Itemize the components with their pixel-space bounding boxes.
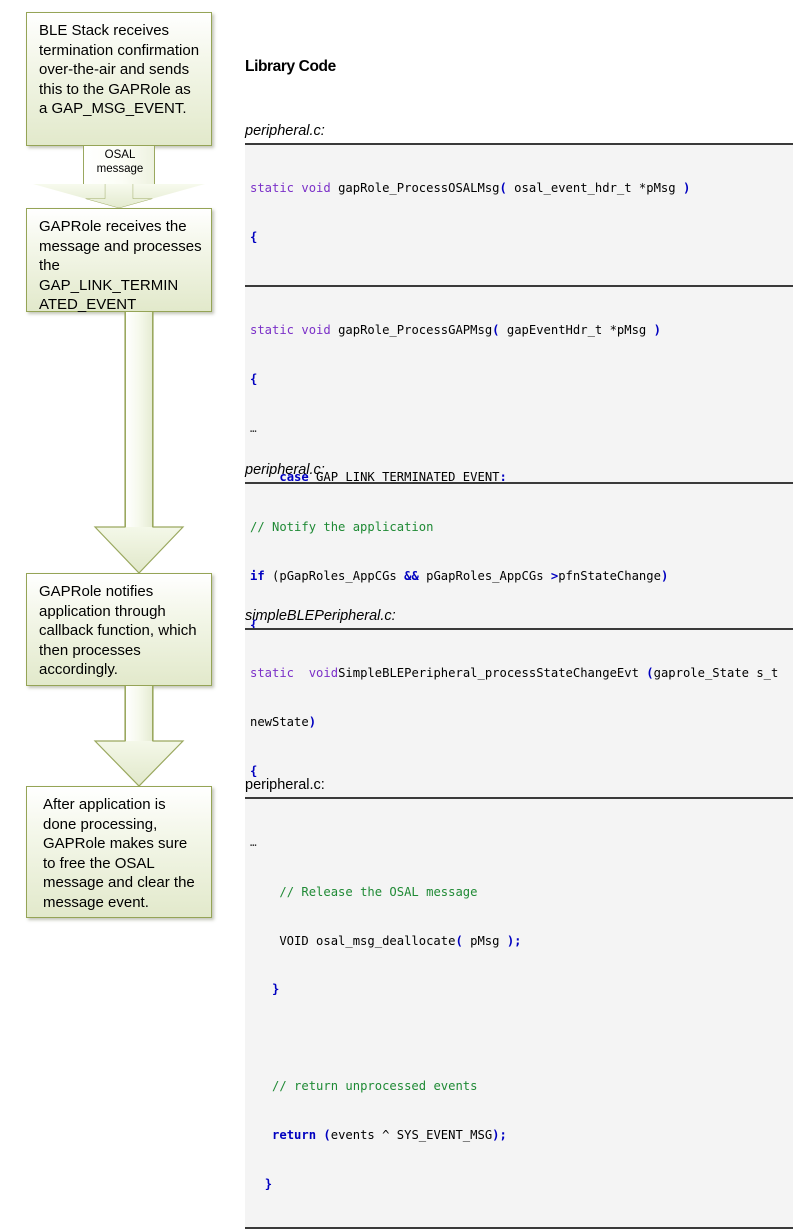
code-line: if (pGapRoles_AppCGs && pGapRoles_AppCGs… — [250, 569, 669, 584]
arrow-to-free-box — [93, 686, 185, 787]
code-line: newState) — [250, 715, 317, 730]
flow-box-gaprole-notifies: GAPRole notifies application through cal… — [26, 573, 212, 686]
code-line: // Notify the application — [250, 520, 434, 535]
flow-box-ble-stack: BLE Stack receives termination confirmat… — [26, 12, 212, 146]
flow-box-text: BLE Stack receives termination confirmat… — [39, 22, 200, 117]
code-column: Library Code peripheral.c: static void g… — [245, 0, 793, 1229]
code-line: } — [272, 982, 280, 997]
file-label: peripheral.c: — [245, 123, 325, 139]
flow-box-text: After application is done processing, GA… — [43, 796, 195, 911]
arrow-outline-icon — [93, 686, 185, 787]
code-line: … — [250, 836, 257, 850]
flowchart-column: BLE Stack receives termination confirmat… — [0, 0, 240, 942]
file-label: peripheral.c: — [245, 777, 325, 793]
code-line: VOID osal_msg_deallocate( pMsg ); — [250, 933, 522, 948]
code-line: // return unprocessed events — [272, 1079, 478, 1094]
file-label: simpleBLEPeripheral.c: — [245, 608, 396, 624]
flow-box-gaprole-receives: GAPRole receives the message and process… — [26, 208, 212, 313]
code-group-release-osal-message: peripheral.c: … // Release the OSAL mess… — [245, 776, 793, 1229]
code-line: static void gapRole_ProcessGAPMsg( gapEv… — [250, 323, 661, 338]
file-label: peripheral.c: — [245, 462, 325, 478]
code-line: { — [250, 372, 258, 387]
code-line: } — [264, 1176, 273, 1191]
code-line: static void gapRole_ProcessOSALMsg( osal… — [250, 181, 691, 196]
arrow-outline-icon — [93, 312, 185, 574]
code-line: // Release the OSAL message — [279, 885, 478, 900]
code-line: return (events ^ SYS_EVENT_MSG); — [272, 1128, 507, 1143]
flow-box-text: GAPRole notifies application through cal… — [39, 583, 197, 678]
arrow-label: OSAL message — [96, 149, 144, 175]
code-line: … — [250, 421, 257, 435]
flow-box-free-osal-message: After application is done processing, GA… — [26, 786, 212, 918]
arrow-outline-icon — [85, 184, 153, 208]
arrow-osal-message: OSAL message — [33, 146, 205, 208]
code-block: … // Release the OSAL message VOID osal_… — [245, 797, 793, 1229]
flow-box-text: GAPRole receives the message and process… — [39, 218, 202, 313]
code-line: static voidSimpleBLEPeripheral_processSt… — [250, 666, 779, 681]
arrow-to-notify-box — [93, 312, 185, 574]
library-code-heading: Library Code — [245, 58, 336, 75]
code-line: { — [250, 230, 258, 245]
